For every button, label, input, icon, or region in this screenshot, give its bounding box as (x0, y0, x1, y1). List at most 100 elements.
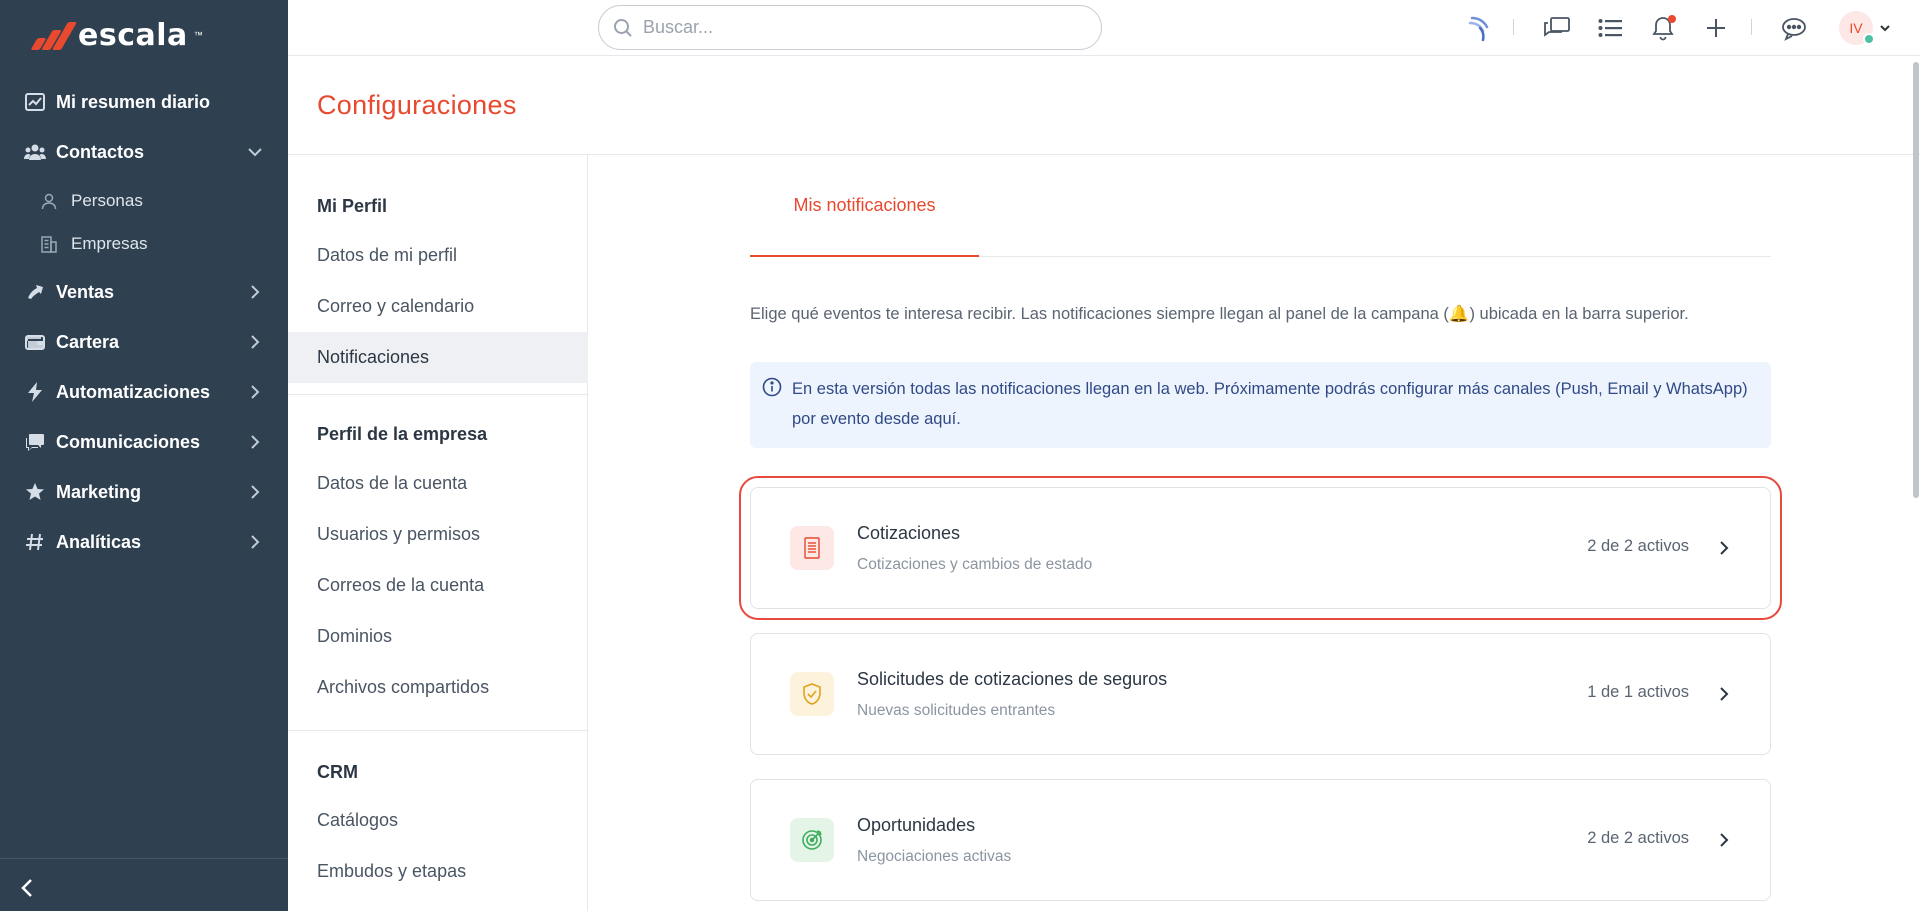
page-header: Configuraciones (288, 56, 1920, 155)
notification-card-solicitudes-seguros[interactable]: Solicitudes de cotizaciones de seguros N… (750, 633, 1771, 755)
bolt-icon (24, 381, 46, 403)
page-scrollbar[interactable] (1913, 62, 1919, 498)
info-icon (762, 377, 782, 397)
sidebar-subitem-label: Personas (71, 191, 143, 210)
card-subtitle: Nuevas solicitudes entrantes (857, 702, 1056, 719)
shield-check-icon (790, 672, 834, 716)
chevron-down-icon (246, 143, 264, 161)
document-icon (790, 526, 834, 570)
sidebar-item-label: Automatizaciones (56, 381, 211, 402)
sidebar-item-analiticas[interactable]: Analíticas (0, 522, 288, 562)
bell-icon[interactable] (1648, 13, 1678, 43)
sidebar-item-label: Ventas (56, 281, 115, 302)
settings-item-catalogos[interactable]: Catálogos (288, 795, 588, 846)
sidebar-item-contactos[interactable]: Contactos (0, 132, 288, 172)
brand-name: escala (78, 17, 188, 53)
settings-item-archivos-compartidos[interactable]: Archivos compartidos (288, 662, 588, 713)
add-icon[interactable] (1701, 13, 1731, 43)
chevron-right-icon (246, 483, 264, 501)
sidebar-item-automatizaciones[interactable]: Automatizaciones (0, 372, 288, 412)
search-input[interactable] (643, 17, 1063, 38)
settings-item-datos-de-la-cuenta[interactable]: Datos de la cuenta (288, 458, 588, 509)
sidebar-item-label: Mi resumen diario (56, 91, 211, 112)
conversations-icon[interactable] (1542, 13, 1572, 43)
topbar-divider (1751, 19, 1752, 35)
brand-tm: ™ (193, 30, 203, 40)
sidebar-item-label: Cartera (56, 331, 120, 352)
chat-icon (24, 431, 46, 453)
settings-item-usuarios-y-permisos[interactable]: Usuarios y permisos (288, 509, 588, 560)
star-icon (24, 481, 46, 503)
sidebar-item-label: Marketing (56, 481, 142, 502)
logo-mark (30, 20, 78, 50)
brand-logo[interactable]: escala ™ (30, 17, 203, 53)
search-icon (613, 18, 633, 38)
sidebar-item-comunicaciones[interactable]: Comunicaciones (0, 422, 288, 462)
card-active-count: 2 de 2 activos (1587, 829, 1689, 847)
bird-logo-icon[interactable] (1464, 13, 1494, 43)
card-subtitle: Negociaciones activas (857, 848, 1012, 865)
building-icon (40, 235, 58, 253)
settings-section-title: Perfil de la empresa (317, 424, 488, 444)
card-subtitle: Cotizaciones y cambios de estado (857, 556, 1093, 573)
sidebar-item-ventas[interactable]: Ventas (0, 272, 288, 312)
info-banner: En esta versión todas las notificaciones… (750, 362, 1771, 448)
hash-icon (24, 531, 46, 553)
tab-mis-notificaciones[interactable]: Mis notificaciones (750, 155, 979, 257)
person-icon (40, 192, 58, 210)
support-chat-icon[interactable] (1779, 13, 1809, 43)
page-title: Configuraciones (317, 90, 517, 120)
sidebar-subitem-empresas[interactable]: Empresas (0, 227, 288, 261)
notification-card-cotizaciones[interactable]: Cotizaciones Cotizaciones y cambios de e… (739, 476, 1782, 620)
chevron-right-icon (1716, 539, 1732, 557)
card-title: Solicitudes de cotizaciones de seguros (857, 669, 1168, 689)
contacts-icon (24, 141, 46, 163)
chevron-right-icon (246, 383, 264, 401)
settings-section-title: CRM (317, 762, 358, 782)
chevron-right-icon (246, 533, 264, 551)
top-bar: IV (288, 0, 1920, 56)
sidebar: escala ™ Mi resumen diario Contactos Pers… (0, 0, 288, 911)
chevron-right-icon (246, 333, 264, 351)
online-status-dot (1863, 33, 1875, 45)
chevron-right-icon (1716, 685, 1732, 703)
collapse-sidebar-button[interactable] (16, 875, 40, 901)
sidebar-divider (0, 858, 288, 859)
avatar[interactable]: IV (1839, 11, 1875, 45)
topbar-divider (1513, 19, 1514, 35)
settings-item-dominios[interactable]: Dominios (288, 611, 588, 662)
settings-divider (288, 394, 588, 395)
settings-divider (288, 730, 588, 731)
settings-item-correos-de-la-cuenta[interactable]: Correos de la cuenta (288, 560, 588, 611)
card-active-count: 2 de 2 activos (1587, 537, 1689, 555)
sidebar-item-label: Contactos (56, 141, 145, 162)
sidebar-item-label: Comunicaciones (56, 431, 201, 452)
sales-icon (24, 281, 46, 303)
chevron-right-icon (1716, 831, 1732, 849)
sidebar-subitem-personas[interactable]: Personas (0, 184, 288, 218)
target-icon (790, 818, 834, 862)
settings-item-embudos-y-etapas[interactable]: Embudos y etapas (288, 846, 588, 897)
chevron-down-icon[interactable] (1878, 21, 1892, 35)
card-title: Cotizaciones (857, 523, 961, 543)
card-active-count: 1 de 1 activos (1587, 683, 1689, 701)
chevron-right-icon (246, 283, 264, 301)
search-box[interactable] (598, 5, 1102, 50)
sidebar-item-mi-resumen-diario[interactable]: Mi resumen diario (0, 82, 288, 122)
settings-item-datos-de-mi-perfil[interactable]: Datos de mi perfil (288, 230, 588, 281)
notifications-description: Elige qué eventos te interesa recibir. L… (750, 305, 1689, 323)
tab-bar: Mis notificaciones (750, 155, 1771, 257)
settings-item-correo-y-calendario[interactable]: Correo y calendario (288, 281, 588, 332)
notification-dot (1668, 15, 1676, 23)
notification-card-oportunidades[interactable]: Oportunidades Negociaciones activas 2 de… (750, 779, 1771, 901)
list-icon[interactable] (1595, 13, 1625, 43)
sidebar-subitem-label: Empresas (71, 234, 148, 253)
settings-nav: Mi Perfil Datos de mi perfil Correo y ca… (288, 155, 588, 911)
sidebar-item-marketing[interactable]: Marketing (0, 472, 288, 512)
settings-item-notificaciones[interactable]: Notificaciones (288, 332, 588, 383)
sidebar-item-cartera[interactable]: Cartera (0, 322, 288, 362)
chart-icon (24, 91, 46, 113)
info-text: En esta versión todas las notificaciones… (792, 380, 1748, 428)
settings-section-title: Mi Perfil (317, 196, 388, 216)
chevron-right-icon (246, 433, 264, 451)
